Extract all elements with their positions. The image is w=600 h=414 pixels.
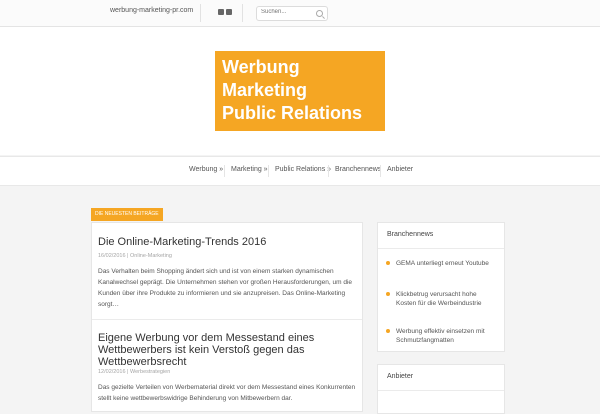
- widget-title: Anbieter: [387, 373, 414, 380]
- nav-item-werbung[interactable]: Werbung »: [189, 166, 223, 173]
- post-meta: 12/02/2016 | Werbestrategien: [98, 369, 171, 375]
- news-item[interactable]: Werbung effektiv einsetzen mit Schmutzfa…: [386, 327, 498, 345]
- post-excerpt: Das Verhalten beim Shopping ändert sich …: [98, 268, 353, 308]
- nav-divider: [268, 165, 269, 177]
- site-logo[interactable]: Werbung Marketing Public Relations: [215, 51, 385, 131]
- nav-divider: [224, 165, 225, 177]
- post-date: 12/02/2016: [98, 369, 126, 375]
- main-nav: Werbung » Marketing » Public Relations »…: [0, 156, 600, 186]
- bullet-icon: [386, 261, 390, 265]
- search-input[interactable]: [261, 9, 311, 15]
- nav-item-public-relations[interactable]: Public Relations »: [275, 166, 331, 173]
- post-excerpt: Das gezielte Verteilen von Werbematerial…: [98, 384, 356, 402]
- logo-line-1: Werbung: [222, 57, 300, 77]
- post-meta: 16/02/2016 | Online-Marketing: [98, 253, 172, 259]
- top-divider: [200, 4, 201, 22]
- widget-divider: [378, 390, 504, 391]
- nav-divider: [328, 165, 329, 177]
- rss-icon[interactable]: [226, 9, 232, 15]
- nav-divider: [380, 165, 381, 177]
- news-item-text[interactable]: Werbung effektiv einsetzen mit Schmutzfa…: [386, 327, 498, 345]
- site-url[interactable]: werbung-marketing-pr.com: [110, 7, 193, 14]
- search-icon[interactable]: [316, 10, 323, 17]
- post-category[interactable]: Online-Marketing: [130, 253, 172, 259]
- top-divider: [242, 4, 243, 22]
- posts-panel: Die Online-Marketing-Trends 2016 16/02/2…: [91, 222, 363, 412]
- news-item[interactable]: Klickbetrug verursacht hohe Kosten für d…: [386, 290, 498, 308]
- top-bar: werbung-marketing-pr.com: [0, 0, 600, 27]
- post-title[interactable]: Die Online-Marketing-Trends 2016: [98, 236, 266, 248]
- nav-item-marketing[interactable]: Marketing »: [231, 166, 268, 173]
- widget-title: Branchennews: [387, 231, 434, 238]
- post-category[interactable]: Werbestrategien: [130, 369, 170, 375]
- twitter-icon[interactable]: [218, 9, 224, 15]
- branchennews-widget: Branchennews GEMA unterliegt erneut Yout…: [377, 222, 505, 352]
- post-divider: [92, 319, 362, 320]
- nav-item-branchennews[interactable]: Branchennews: [335, 166, 381, 173]
- logo-line-3: Public Relations: [222, 103, 363, 123]
- bullet-icon: [386, 329, 390, 333]
- post-title[interactable]: Eigene Werbung vor dem Messestand eines …: [98, 332, 338, 368]
- header: Werbung Marketing Public Relations: [0, 27, 600, 155]
- anbieter-widget: Anbieter: [377, 364, 505, 414]
- bullet-icon: [386, 292, 390, 296]
- news-item-text[interactable]: Klickbetrug verursacht hohe Kosten für d…: [386, 290, 498, 308]
- widget-divider: [378, 248, 504, 249]
- search-box: [256, 6, 328, 21]
- news-item-text[interactable]: GEMA unterliegt erneut Youtube: [386, 259, 498, 268]
- nav-item-anbieter[interactable]: Anbieter: [387, 166, 413, 173]
- logo-line-2: Marketing: [222, 80, 308, 100]
- news-item[interactable]: GEMA unterliegt erneut Youtube: [386, 259, 498, 268]
- section-label: Die neuesten Beiträge: [91, 208, 163, 221]
- post-date: 16/02/2016: [98, 253, 126, 259]
